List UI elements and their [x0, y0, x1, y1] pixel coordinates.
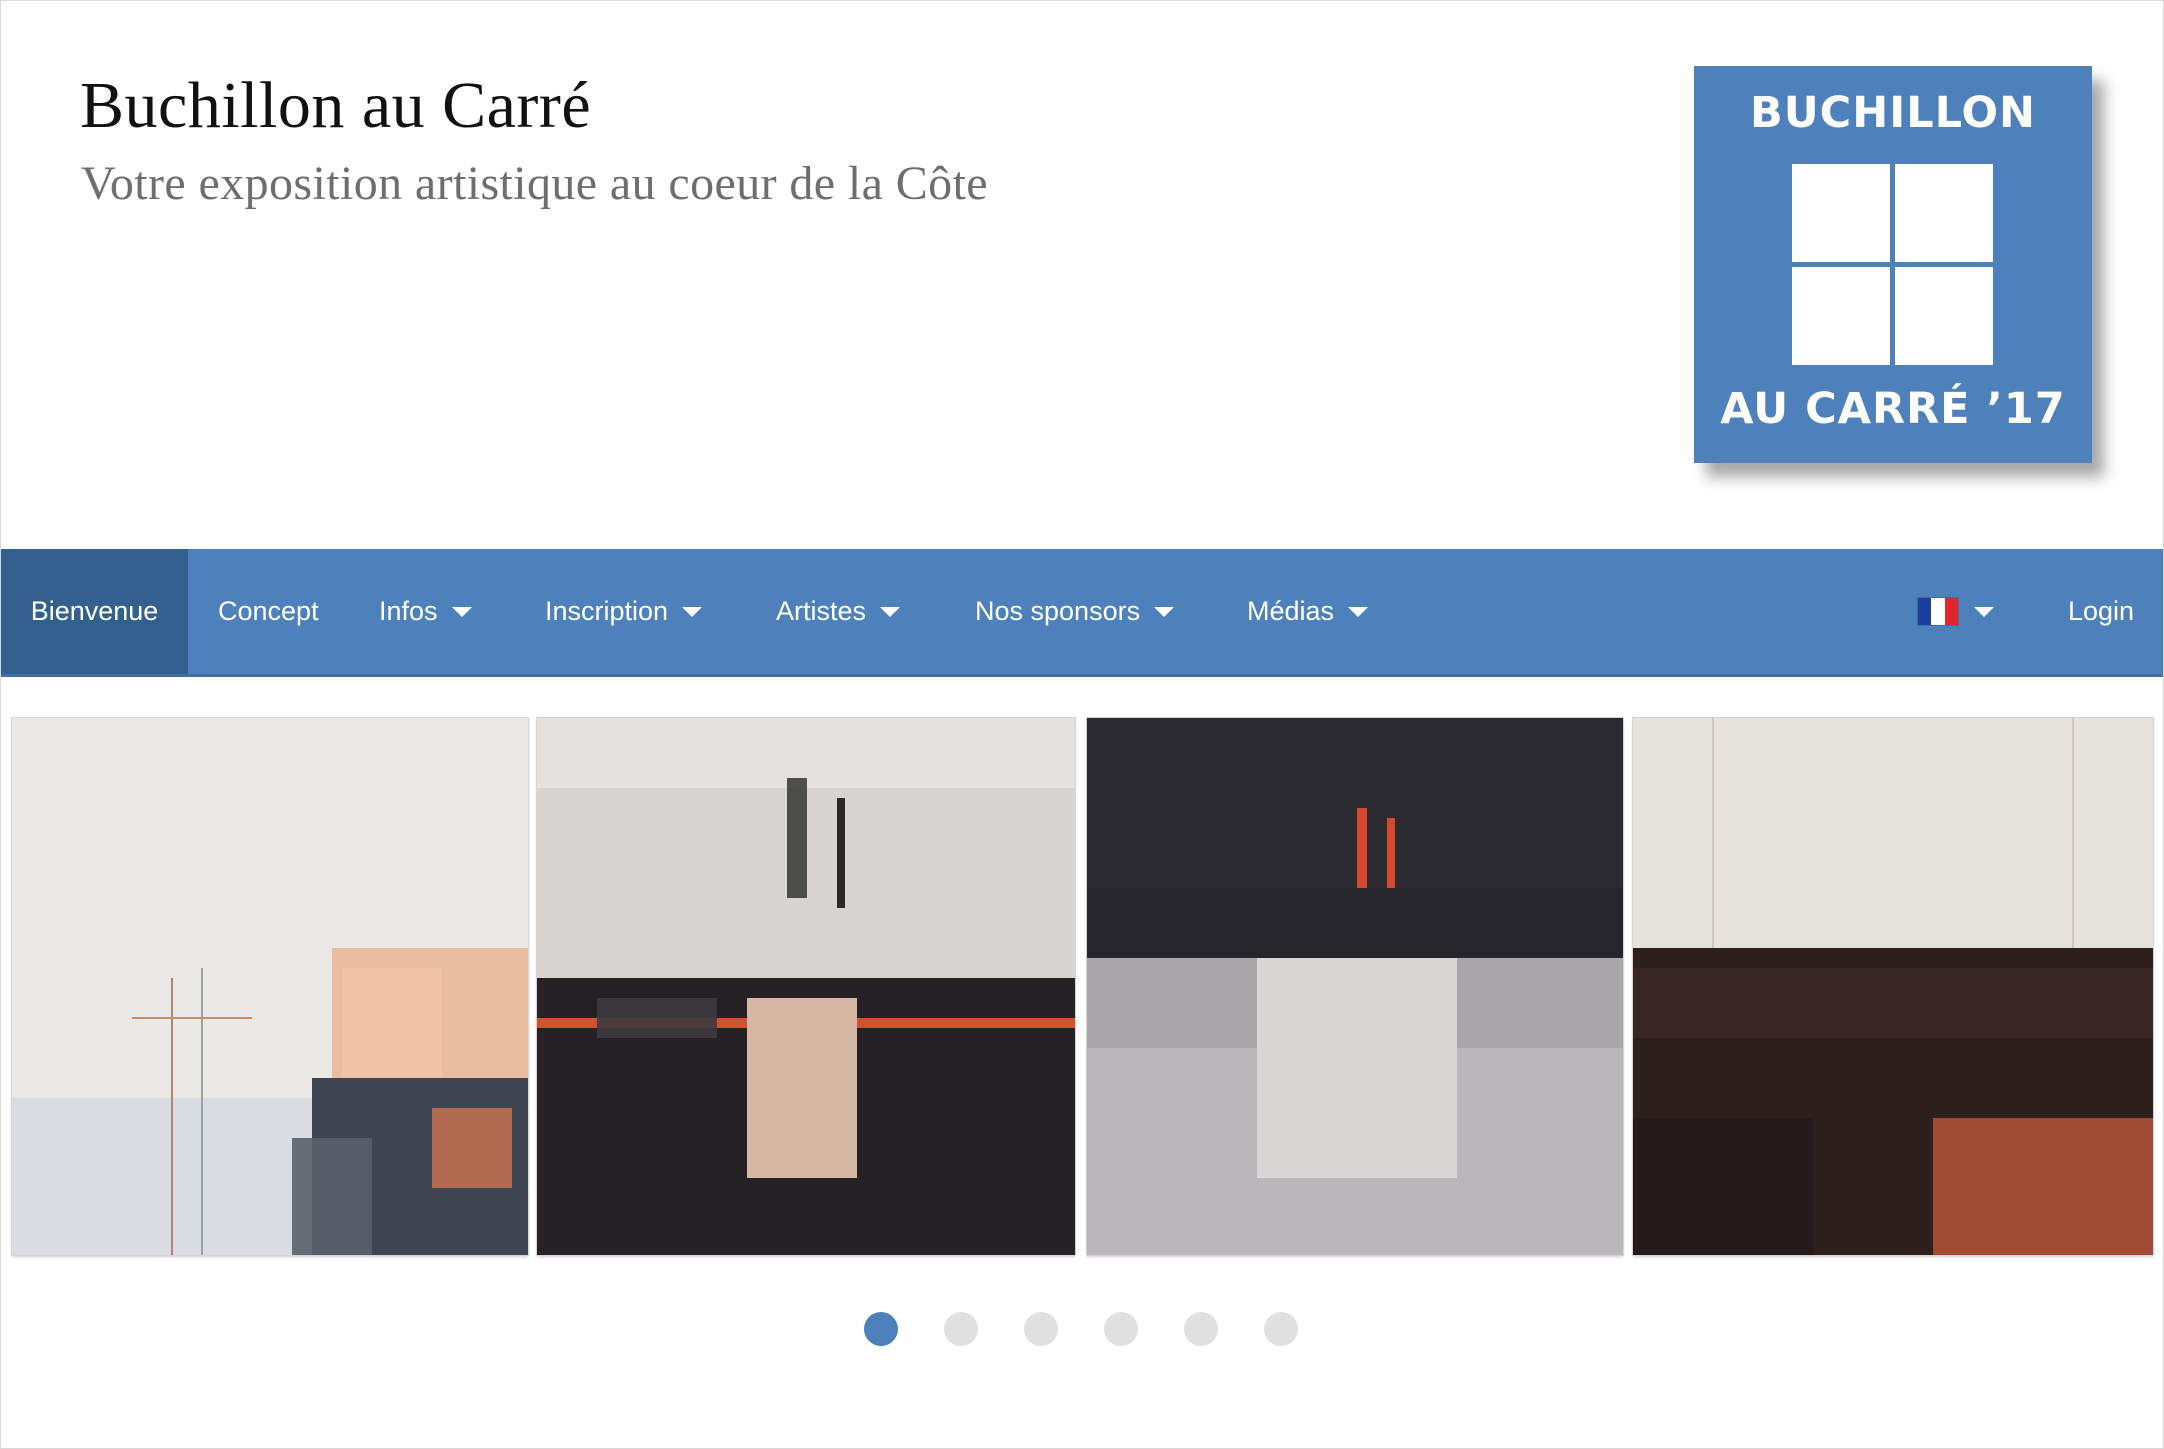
nav-item-concept[interactable]: Concept	[218, 549, 319, 674]
caret-down-icon	[451, 606, 472, 617]
main-navbar: Bienvenue Concept Infos Inscription Arti…	[1, 549, 2163, 677]
carousel-dot-6[interactable]	[1264, 1312, 1298, 1346]
caret-down-icon	[682, 606, 703, 617]
logo-text-bottom: AU CARRÉ ’17	[1720, 384, 2066, 434]
nav-item-label: Concept	[218, 596, 319, 626]
caret-down-icon	[1154, 606, 1175, 617]
carousel-slide-1[interactable]	[12, 718, 528, 1255]
nav-item-artistes[interactable]: Artistes	[776, 549, 901, 674]
nav-item-infos[interactable]: Infos	[379, 549, 472, 674]
nav-item-label: Médias	[1247, 596, 1335, 626]
caret-down-icon	[880, 606, 901, 617]
logo[interactable]: BUCHILLON AU CARRÉ ’17	[1694, 66, 2092, 463]
nav-item-label: Bienvenue	[30, 596, 159, 626]
carousel-dot-1[interactable]	[864, 1312, 898, 1346]
carousel-slide-2[interactable]	[537, 718, 1075, 1255]
carousel-dot-3[interactable]	[1024, 1312, 1058, 1346]
nav-item-label: Nos sponsors	[975, 596, 1141, 626]
login-label: Login	[2068, 596, 2135, 626]
painting-image	[1087, 718, 1623, 1255]
nav-item-bienvenue[interactable]: Bienvenue	[1, 549, 188, 674]
language-selector[interactable]	[1918, 549, 1994, 674]
nav-item-label: Inscription	[545, 596, 669, 626]
site-title: Buchillon au Carré	[80, 69, 592, 142]
nav-item-label: Artistes	[776, 596, 867, 626]
painting-image	[537, 718, 1075, 1255]
painting-image	[1633, 718, 2153, 1255]
login-link[interactable]: Login	[2068, 549, 2134, 674]
french-flag-icon	[1918, 598, 1958, 625]
painting-image	[12, 718, 528, 1255]
carousel-dot-4[interactable]	[1104, 1312, 1138, 1346]
caret-down-icon	[1348, 606, 1369, 617]
nav-item-inscription[interactable]: Inscription	[545, 549, 703, 674]
nav-item-sponsors[interactable]: Nos sponsors	[975, 549, 1175, 674]
caret-down-icon	[1974, 606, 1994, 617]
carousel-dot-5[interactable]	[1184, 1312, 1218, 1346]
nav-item-label: Infos	[379, 596, 438, 626]
logo-text-top: BUCHILLON	[1749, 88, 2037, 138]
carousel-slide-3[interactable]	[1087, 718, 1623, 1255]
carousel-slide-4[interactable]	[1633, 718, 2153, 1255]
carousel-dot-2[interactable]	[944, 1312, 978, 1346]
site-subtitle: Votre exposition artistique au coeur de …	[81, 157, 989, 210]
logo-squares-icon	[1792, 164, 1993, 365]
nav-item-medias[interactable]: Médias	[1247, 549, 1369, 674]
